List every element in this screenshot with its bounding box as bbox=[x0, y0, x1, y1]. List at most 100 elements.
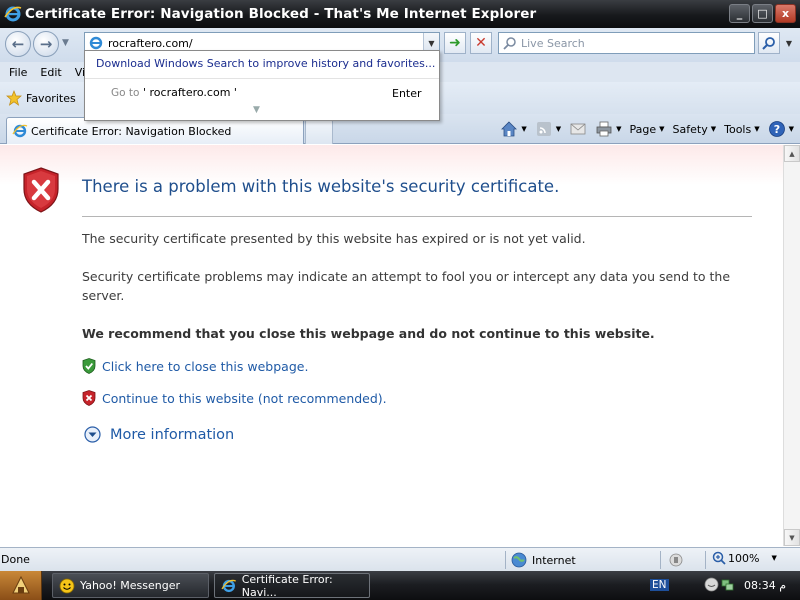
stop-button[interactable]: ✕ bbox=[470, 32, 492, 54]
forward-icon: → bbox=[39, 35, 53, 53]
enter-hint: Enter bbox=[392, 87, 422, 100]
start-icon bbox=[11, 575, 30, 593]
taskbar-item-yahoo-messenger[interactable]: Yahoo! Messenger bbox=[52, 573, 209, 598]
close-window-button[interactable]: x bbox=[775, 4, 796, 23]
shield-error-icon bbox=[23, 167, 59, 213]
continue-row: Continue to this website (not recommende… bbox=[82, 390, 387, 406]
zoom-dropdown-icon[interactable]: ▼ bbox=[771, 554, 776, 562]
back-button[interactable]: ← bbox=[5, 31, 31, 57]
print-button[interactable]: ▼ bbox=[595, 120, 622, 138]
dropdown-divider bbox=[85, 78, 439, 79]
print-icon bbox=[596, 121, 612, 137]
tab-label: Certificate Error: Navigation Blocked bbox=[31, 124, 232, 138]
scroll-down-button[interactable]: ▼ bbox=[784, 529, 800, 546]
search-placeholder: Live Search bbox=[521, 36, 585, 50]
star-icon bbox=[6, 90, 22, 106]
mail-icon bbox=[570, 123, 586, 135]
status-bar: Done Internet 100% ▼ bbox=[0, 547, 800, 571]
home-icon bbox=[501, 121, 518, 137]
security-zone[interactable]: Internet bbox=[511, 551, 576, 569]
clock: 08:34 م bbox=[744, 579, 787, 592]
recent-pages-dropdown[interactable]: ▼ bbox=[62, 38, 69, 48]
heading-divider bbox=[82, 216, 752, 217]
taskbar-item-label: Yahoo! Messenger bbox=[80, 579, 181, 592]
error-heading: There is a problem with this website's s… bbox=[82, 177, 560, 196]
scroll-up-button[interactable]: ▲ bbox=[784, 145, 800, 162]
vertical-scrollbar[interactable]: ▲ ▼ bbox=[783, 145, 800, 546]
language-indicator[interactable]: EN bbox=[650, 579, 669, 591]
network-tray-icon[interactable] bbox=[720, 577, 735, 592]
status-text: Done bbox=[1, 553, 30, 566]
title-bar: Certificate Error: Navigation Blocked - … bbox=[0, 0, 800, 28]
ie-logo-icon bbox=[221, 579, 237, 592]
address-autocomplete-dropdown: Download Windows Search to improve histo… bbox=[84, 50, 440, 121]
back-icon: ← bbox=[11, 35, 25, 53]
ie-logo-icon bbox=[12, 124, 28, 138]
messenger-tray-icon[interactable] bbox=[704, 577, 719, 592]
page-menu-label: Page bbox=[629, 122, 657, 136]
more-information-toggle[interactable]: More information bbox=[84, 426, 234, 443]
maximize-button[interactable]: □ bbox=[752, 4, 773, 23]
close-webpage-row: Click here to close this webpage. bbox=[82, 358, 308, 374]
taskbar-item-ie[interactable]: Certificate Error: Navi... bbox=[214, 572, 370, 599]
goto-label: Go to bbox=[111, 87, 140, 99]
tab-certificate-error[interactable]: Certificate Error: Navigation Blocked bbox=[6, 117, 304, 144]
stop-icon: ✕ bbox=[475, 35, 487, 51]
start-button[interactable] bbox=[0, 571, 42, 600]
status-divider bbox=[660, 551, 661, 569]
help-icon: ? bbox=[768, 121, 785, 137]
ie-logo-icon bbox=[4, 6, 22, 22]
download-windows-search-link[interactable]: Download Windows Search to improve histo… bbox=[96, 57, 435, 70]
svg-text:?: ? bbox=[773, 123, 779, 136]
taskbar-item-label: Certificate Error: Navi... bbox=[241, 572, 333, 599]
protected-mode-icon[interactable] bbox=[668, 552, 684, 568]
page-content bbox=[0, 145, 783, 546]
command-bar: ▼ ▼ ▼ Page ▼ Safety ▼ Tools ▼ ? ▼ bbox=[492, 118, 794, 140]
go-button[interactable]: ➜ bbox=[444, 32, 466, 54]
search-input[interactable]: Live Search bbox=[498, 32, 755, 54]
favorites-button[interactable]: Favorites bbox=[26, 92, 76, 105]
minimize-button[interactable]: _ bbox=[729, 4, 750, 23]
search-icon bbox=[503, 37, 516, 50]
zoom-level: 100% bbox=[728, 551, 760, 565]
globe-icon bbox=[511, 552, 527, 568]
continue-to-website-link[interactable]: Continue to this website (not recommende… bbox=[102, 391, 387, 406]
goto-url-suggestion[interactable]: ' rocraftero.com ' bbox=[143, 86, 237, 99]
help-button[interactable]: ? ▼ bbox=[768, 120, 794, 138]
menu-edit[interactable]: Edit bbox=[40, 66, 61, 79]
go-icon: ➜ bbox=[449, 35, 461, 51]
shield-ok-icon bbox=[82, 358, 96, 374]
menu-file[interactable]: File bbox=[9, 66, 27, 79]
zone-label: Internet bbox=[532, 553, 576, 567]
page-menu[interactable]: Page ▼ bbox=[630, 123, 665, 136]
read-mail-button[interactable] bbox=[569, 120, 587, 138]
recommendation-text: We recommend that you close this webpage… bbox=[82, 326, 655, 341]
warning-message: Security certificate problems may indica… bbox=[82, 269, 731, 303]
magnifier-icon bbox=[762, 37, 775, 50]
more-information-label: More information bbox=[110, 426, 235, 443]
close-webpage-link[interactable]: Click here to close this webpage. bbox=[102, 359, 308, 374]
feeds-button[interactable]: ▼ bbox=[535, 120, 561, 138]
window-title: Certificate Error: Navigation Blocked - … bbox=[25, 6, 537, 22]
zoom-icon bbox=[712, 551, 726, 565]
rss-icon bbox=[536, 122, 551, 136]
status-divider bbox=[705, 551, 706, 569]
safety-menu[interactable]: Safety ▼ bbox=[673, 123, 717, 136]
status-divider bbox=[505, 551, 506, 569]
home-button[interactable]: ▼ bbox=[500, 120, 527, 138]
chevron-down-circle-icon bbox=[84, 426, 101, 443]
expand-dropdown-icon[interactable]: ▼ bbox=[253, 105, 260, 115]
taskbar: Yahoo! Messenger Certificate Error: Navi… bbox=[0, 571, 800, 600]
yahoo-messenger-icon bbox=[59, 578, 75, 593]
zoom-control[interactable]: 100% ▼ bbox=[712, 551, 777, 565]
shield-error-icon bbox=[82, 390, 96, 406]
search-options-dropdown[interactable]: ▼ bbox=[782, 32, 796, 54]
tools-menu[interactable]: Tools ▼ bbox=[724, 123, 760, 136]
expired-message: The security certificate presented by th… bbox=[82, 231, 586, 246]
search-go-button[interactable] bbox=[758, 32, 780, 54]
tools-menu-label: Tools bbox=[724, 122, 752, 136]
address-url[interactable]: rocraftero.com/ bbox=[108, 37, 193, 50]
safety-menu-label: Safety bbox=[672, 122, 708, 136]
new-tab-button[interactable] bbox=[305, 119, 333, 144]
forward-button[interactable]: → bbox=[33, 31, 59, 57]
